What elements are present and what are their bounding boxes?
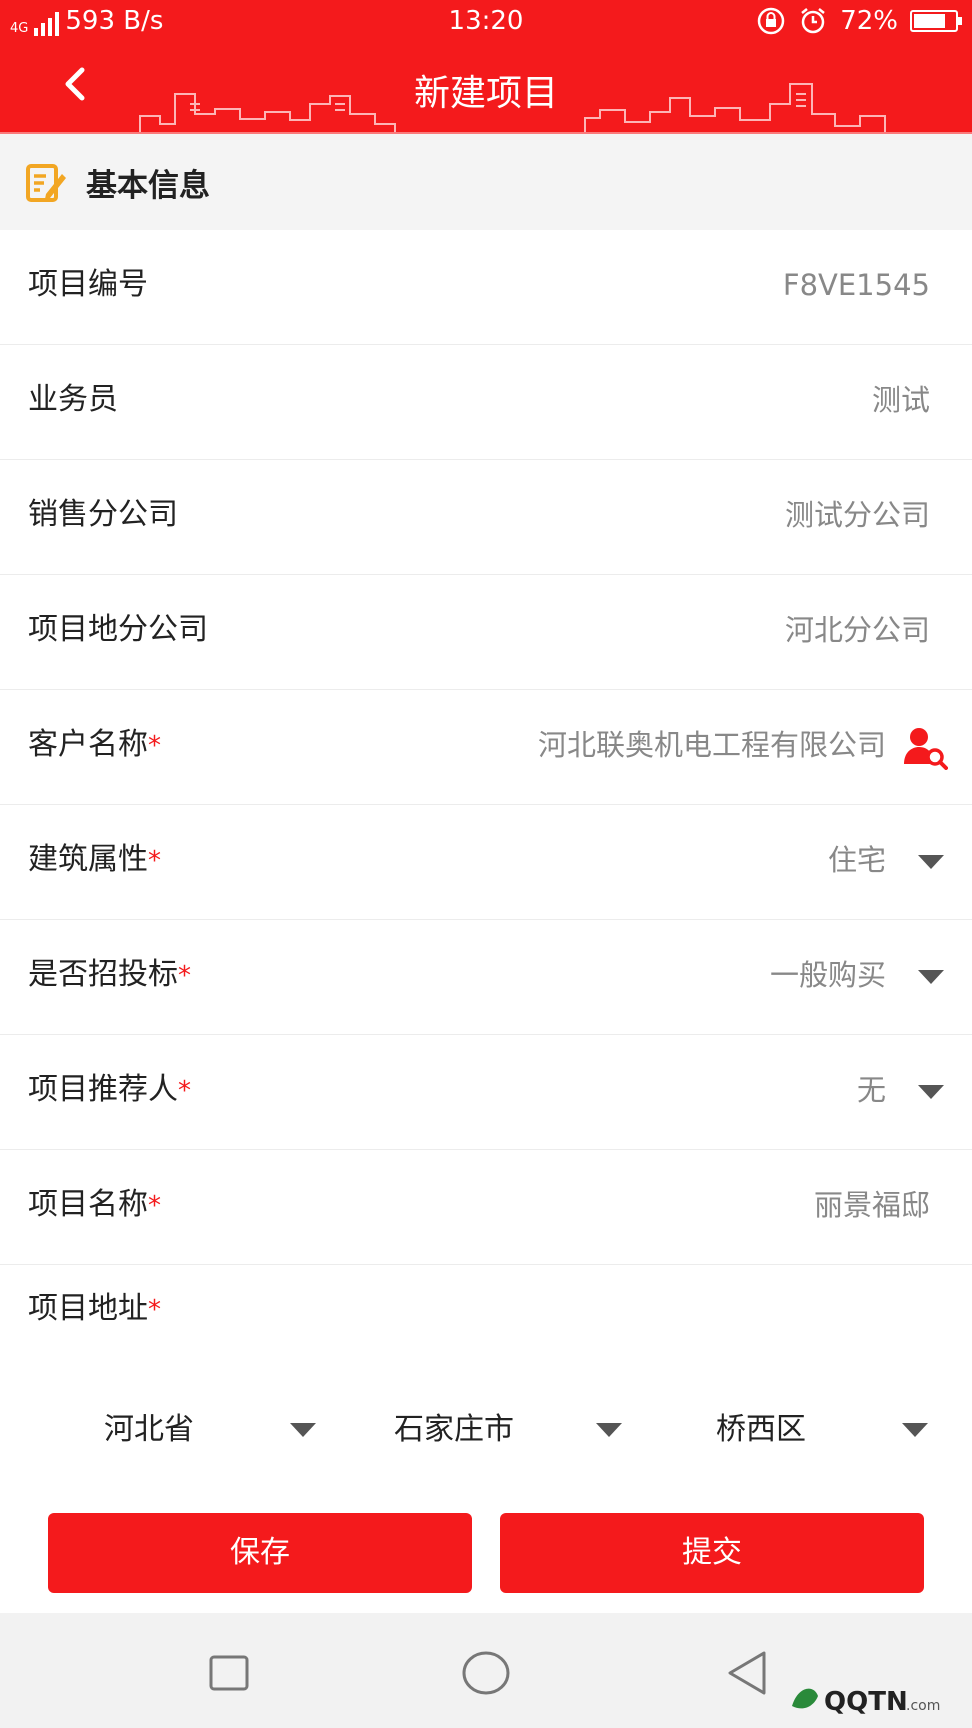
caret-down-icon[interactable] <box>596 1423 622 1437</box>
section-title: 基本信息 <box>86 167 210 204</box>
required-mark: * <box>148 1295 161 1325</box>
battery-level: 72% <box>840 6 898 36</box>
page-title: 新建项目 <box>413 73 558 114</box>
user-search-icon[interactable] <box>902 724 948 770</box>
field-building-type[interactable]: 建筑属性* 住宅 <box>0 805 972 920</box>
field-label: 项目地址* <box>28 1291 161 1326</box>
required-mark: * <box>178 961 191 991</box>
field-value: F8VE1545 <box>782 268 930 302</box>
address-selectors: 河北省 石家庄市 桥西区 <box>0 1385 972 1475</box>
district-select[interactable]: 桥西区 <box>648 1385 972 1475</box>
edit-document-icon <box>26 164 66 202</box>
caret-down-icon[interactable] <box>918 855 944 869</box>
battery-icon <box>910 10 962 32</box>
project-name-input[interactable]: 丽景福邸 <box>814 1150 930 1260</box>
field-label: 项目推荐人* <box>28 1072 191 1107</box>
field-referrer[interactable]: 项目推荐人* 无 <box>0 1035 972 1150</box>
field-value: 住宅 <box>827 843 886 877</box>
caret-down-icon[interactable] <box>918 1085 944 1099</box>
field-project-branch: 项目地分公司 河北分公司 <box>0 575 972 690</box>
watermark-logo: QQTN .com <box>792 1687 940 1717</box>
form-fields: 项目编号 F8VE1545 业务员 测试 销售分公司 测试分公司 项目地分公司 … <box>0 230 972 1265</box>
province-select[interactable]: 河北省 <box>0 1385 324 1475</box>
home-button[interactable] <box>456 1643 516 1703</box>
required-mark: * <box>148 846 161 876</box>
field-salesperson: 业务员 测试 <box>0 345 972 460</box>
caret-down-icon[interactable] <box>918 970 944 984</box>
alarm-icon <box>801 8 825 34</box>
field-label: 建筑属性* <box>28 842 161 877</box>
field-sales-branch: 销售分公司 测试分公司 <box>0 460 972 575</box>
field-label: 销售分公司 <box>28 497 178 532</box>
watermark-text: QQTN <box>824 1687 908 1717</box>
city-select[interactable]: 石家庄市 <box>324 1385 648 1475</box>
svg-text:.com: .com <box>906 1698 940 1714</box>
title-bar: 新建项目 <box>0 44 972 134</box>
rotation-lock-icon <box>757 7 785 35</box>
caret-down-icon[interactable] <box>902 1423 928 1437</box>
district-value: 桥西区 <box>716 1412 806 1447</box>
status-bar: 4G 593 B/s 13:20 72% <box>0 0 972 44</box>
action-bar: 保存 提交 <box>0 1475 972 1613</box>
field-value: 一般购买 <box>769 958 886 992</box>
required-mark: * <box>148 1191 161 1221</box>
field-label: 业务员 <box>28 382 118 417</box>
section-header: 基本信息 <box>0 134 972 230</box>
field-label: 项目名称* <box>28 1187 161 1222</box>
submit-button[interactable]: 提交 <box>500 1513 924 1593</box>
field-value: 河北分公司 <box>784 613 930 647</box>
field-label: 客户名称* <box>28 727 161 762</box>
field-bidding[interactable]: 是否招投标* 一般购买 <box>0 920 972 1035</box>
field-value: 河北联奥机电工程有限公司 <box>537 728 886 762</box>
province-value: 河北省 <box>104 1412 194 1447</box>
save-button[interactable]: 保存 <box>48 1513 472 1593</box>
caret-down-icon[interactable] <box>290 1423 316 1437</box>
field-project-number: 项目编号 F8VE1545 <box>0 230 972 345</box>
back-nav-button[interactable] <box>718 1643 778 1703</box>
field-label: 是否招投标* <box>28 957 191 992</box>
system-nav-bar: QQTN .com <box>0 1613 972 1728</box>
field-label: 项目编号 <box>28 267 148 302</box>
field-value: 测试分公司 <box>784 498 930 532</box>
required-mark: * <box>178 1076 191 1106</box>
app-header: 4G 593 B/s 13:20 72% 新建项目 <box>0 0 972 134</box>
field-value: 无 <box>856 1073 886 1107</box>
field-label: 项目地分公司 <box>28 612 208 647</box>
field-project-address: 项目地址* <box>0 1265 972 1385</box>
recent-apps-button[interactable] <box>199 1643 259 1703</box>
field-value: 测试 <box>871 383 930 417</box>
city-value: 石家庄市 <box>394 1412 514 1447</box>
field-project-name[interactable]: 项目名称* 丽景福邸 <box>0 1150 972 1265</box>
required-mark: * <box>148 731 161 761</box>
field-customer-name[interactable]: 客户名称* 河北联奥机电工程有限公司 <box>0 690 972 805</box>
status-right: 72% <box>756 6 962 36</box>
